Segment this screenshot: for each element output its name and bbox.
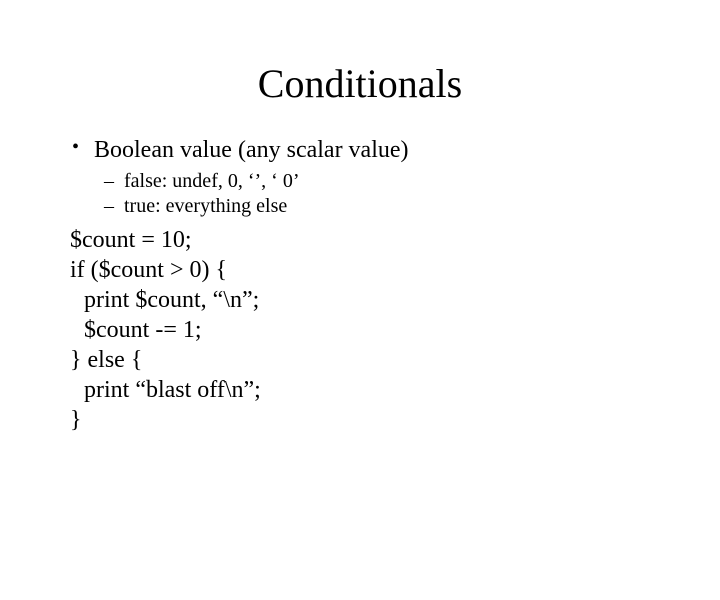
code-line: print “blast off\n”; (84, 375, 680, 405)
slide-title: Conditionals (0, 60, 720, 107)
code-line: if ($count > 0) { (70, 255, 680, 285)
code-line: } else { (70, 345, 680, 375)
code-line: } (70, 405, 680, 435)
code-block: $count = 10; if ($count > 0) { print $co… (70, 225, 680, 435)
bullet-level2: false: undef, 0, ‘’, ‘ 0’ (104, 169, 680, 194)
code-line: $count -= 1; (84, 315, 680, 345)
slide-body: Boolean value (any scalar value) false: … (70, 135, 680, 435)
code-line: $count = 10; (70, 225, 680, 255)
slide: Conditionals Boolean value (any scalar v… (0, 60, 720, 600)
bullet-level2: true: everything else (104, 194, 680, 219)
code-line: print $count, “\n”; (84, 285, 680, 315)
bullet-level1: Boolean value (any scalar value) (70, 135, 680, 165)
